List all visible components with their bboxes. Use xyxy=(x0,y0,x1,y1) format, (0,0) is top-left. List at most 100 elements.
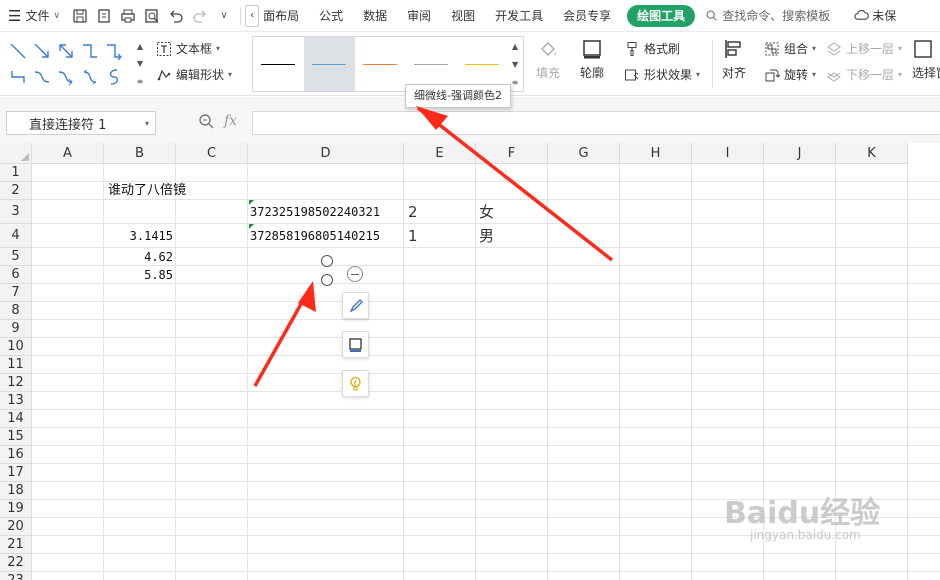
row-header-11[interactable]: 11 xyxy=(0,356,32,374)
line-style-option[interactable] xyxy=(303,37,355,91)
bring-forward-button[interactable]: 上移一层 ▾ xyxy=(826,40,902,57)
format-painter-button[interactable]: 格式刷 xyxy=(624,40,680,57)
elbow-double-arrow-connector-icon[interactable] xyxy=(6,64,30,90)
cell-b5[interactable]: 4.62 xyxy=(104,248,173,266)
cell-d3[interactable]: 372325198502240321 xyxy=(250,200,380,224)
connector-end-handle[interactable] xyxy=(321,274,333,286)
line-style-option[interactable] xyxy=(355,37,406,91)
row-header-18[interactable]: 18 xyxy=(0,482,32,500)
row-header-12[interactable]: 12 xyxy=(0,374,32,392)
redo-icon[interactable] xyxy=(188,4,212,28)
tab-view[interactable]: 视图 xyxy=(441,0,485,32)
row-header-7[interactable]: 7 xyxy=(0,284,32,302)
select-all-corner[interactable] xyxy=(0,143,32,164)
tab-formulas[interactable]: 公式 xyxy=(309,0,353,32)
tab-page-layout[interactable]: 面布局 xyxy=(261,0,309,32)
print-preview-icon[interactable] xyxy=(140,4,164,28)
selection-pane-button[interactable]: 选择窗 xyxy=(912,38,940,81)
column-header-f[interactable]: F xyxy=(476,143,548,164)
curved-arrow-connector-icon[interactable] xyxy=(54,64,78,90)
curved-connector-icon[interactable] xyxy=(30,64,54,90)
cell-e4[interactable]: 1 xyxy=(408,224,418,248)
row-header-10[interactable]: 10 xyxy=(0,338,32,356)
style-brush-button[interactable] xyxy=(342,292,369,319)
tab-review[interactable]: 审阅 xyxy=(397,0,441,32)
row-header-16[interactable]: 16 xyxy=(0,446,32,464)
outline-button[interactable]: 轮廓 xyxy=(580,38,604,81)
tab-member[interactable]: 会员专享 xyxy=(553,0,621,32)
row-header-8[interactable]: 8 xyxy=(0,302,32,320)
chevron-up-icon[interactable]: ▲ xyxy=(512,42,518,51)
column-header-j[interactable]: J xyxy=(764,143,836,164)
row-header-14[interactable]: 14 xyxy=(0,410,32,428)
export-pdf-icon[interactable] xyxy=(92,4,116,28)
smart-suggestion-button[interactable] xyxy=(342,370,369,397)
outline-style-button[interactable] xyxy=(342,331,369,358)
save-icon[interactable] xyxy=(68,4,92,28)
name-box[interactable]: 直接连接符 1 ▾ xyxy=(6,111,156,135)
customize-chevron-icon[interactable]: ∨ xyxy=(212,4,236,28)
column-header-h[interactable]: H xyxy=(620,143,692,164)
collapse-button[interactable] xyxy=(347,266,363,282)
cell-f3[interactable]: 女 xyxy=(479,200,494,224)
formula-input[interactable] xyxy=(252,111,940,135)
freeform-curve-icon[interactable] xyxy=(102,64,126,90)
column-header-c[interactable]: C xyxy=(176,143,248,164)
row-header-23[interactable]: 23 xyxy=(0,572,32,580)
chevron-down-icon[interactable]: ▾ xyxy=(145,119,149,128)
cell-b2[interactable]: 谁动了八倍镜 xyxy=(108,182,186,200)
group-button[interactable]: 组合 ▾ xyxy=(764,40,816,57)
gallery-more-icon[interactable]: ≡ xyxy=(137,77,144,86)
row-header-1[interactable]: 1 xyxy=(0,164,32,182)
shape-gallery-scroller[interactable]: ▲ ▼ ≡ xyxy=(134,38,146,90)
row-header-6[interactable]: 6 xyxy=(0,266,32,284)
row-header-17[interactable]: 17 xyxy=(0,464,32,482)
elbow-connector-icon[interactable] xyxy=(78,38,102,64)
line-style-scroller[interactable]: ▲ ▼ ≡ xyxy=(507,37,523,91)
zoom-search-icon[interactable] xyxy=(198,113,214,129)
tab-drawing-tools[interactable]: 绘图工具 xyxy=(627,4,696,27)
command-search[interactable]: 查找命令、搜索模板 xyxy=(695,7,840,24)
chevron-down-icon[interactable]: ▼ xyxy=(512,60,518,69)
connector-start-handle[interactable] xyxy=(321,255,333,267)
row-header-9[interactable]: 9 xyxy=(0,320,32,338)
row-header-20[interactable]: 20 xyxy=(0,518,32,536)
row-header-5[interactable]: 5 xyxy=(0,248,32,266)
row-header-2[interactable]: 2 xyxy=(0,182,32,200)
cell-b6[interactable]: 5.85 xyxy=(104,266,173,284)
unsaved-status[interactable]: 未保 xyxy=(840,7,896,24)
chevron-up-icon[interactable]: ▲ xyxy=(137,42,143,51)
row-header-3[interactable]: 3 xyxy=(0,200,32,224)
file-menu[interactable]: ☰ 文件 ∨ xyxy=(0,0,68,32)
elbow-arrow-connector-icon[interactable] xyxy=(102,38,126,64)
gallery-more-icon[interactable]: ≡ xyxy=(512,78,519,87)
cell-e3[interactable]: 2 xyxy=(408,200,418,224)
column-header-i[interactable]: I xyxy=(692,143,764,164)
print-icon[interactable] xyxy=(116,4,140,28)
column-header-e[interactable]: E xyxy=(404,143,476,164)
chevron-down-icon[interactable]: ▼ xyxy=(137,59,143,68)
column-header-b[interactable]: B xyxy=(104,143,176,164)
cell-b4[interactable]: 3.1415 xyxy=(104,224,173,248)
curved-double-arrow-icon[interactable] xyxy=(78,64,102,90)
line-shape-icon[interactable] xyxy=(6,38,30,64)
edit-shape-button[interactable]: 编辑形状 ▾ xyxy=(156,66,232,83)
tab-data[interactable]: 数据 xyxy=(353,0,397,32)
line-style-option[interactable] xyxy=(405,37,456,91)
row-header-21[interactable]: 21 xyxy=(0,536,32,554)
insert-function-icon[interactable]: fx xyxy=(224,113,237,129)
row-header-13[interactable]: 13 xyxy=(0,392,32,410)
align-button[interactable]: 对齐 xyxy=(722,38,746,81)
column-header-a[interactable]: A xyxy=(32,143,104,164)
row-header-4[interactable]: 4 xyxy=(0,224,32,248)
tab-developer[interactable]: 开发工具 xyxy=(485,0,553,32)
fill-button[interactable]: 填充 xyxy=(536,38,560,81)
undo-icon[interactable] xyxy=(164,4,188,28)
row-header-19[interactable]: 19 xyxy=(0,500,32,518)
arrow-shape-icon[interactable] xyxy=(30,38,54,64)
rotate-button[interactable]: 旋转 ▾ xyxy=(764,66,816,83)
shape-effect-button[interactable]: 形状效果 ▾ xyxy=(624,66,700,83)
column-header-k[interactable]: K xyxy=(836,143,908,164)
textbox-button[interactable]: 文本框 ▾ xyxy=(156,40,220,57)
line-style-option[interactable] xyxy=(253,37,304,91)
